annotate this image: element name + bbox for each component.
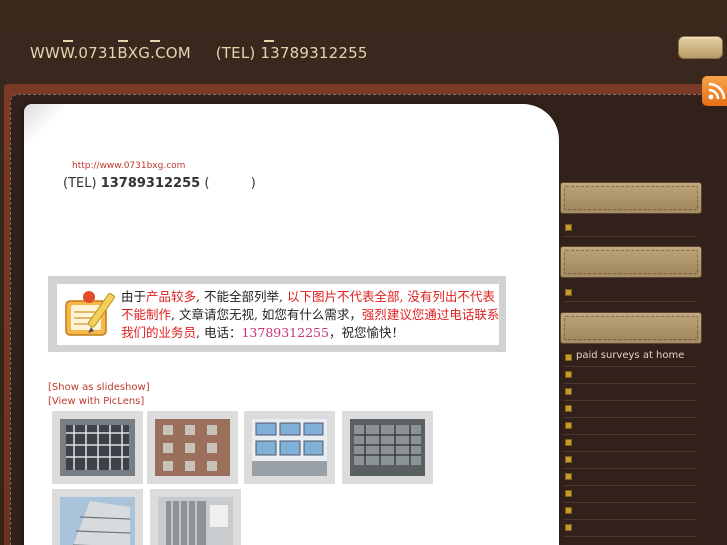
bullet-icon: [565, 354, 572, 361]
title-mark: [264, 40, 274, 42]
sidebar-link[interactable]: [564, 220, 696, 237]
sidebar-section-header: [560, 246, 702, 278]
thumbnail-image: [158, 497, 233, 545]
sidebar-link[interactable]: [564, 367, 696, 384]
sidebar-link[interactable]: [564, 435, 696, 452]
bullet-icon: [565, 224, 572, 231]
sidebar-section-header: [560, 182, 702, 214]
title-mark: [150, 40, 160, 42]
tel-line: (TEL) 13789312255 ( ): [63, 176, 256, 191]
sidebar-link[interactable]: [564, 384, 696, 401]
bullet-icon: [565, 439, 572, 446]
gallery-thumbnail[interactable]: [342, 411, 433, 484]
gallery-thumbnail[interactable]: [150, 489, 241, 545]
tel-number: 13789312255: [100, 176, 201, 191]
sidebar-link[interactable]: paid surveys at home: [564, 350, 696, 367]
thumbnail-image: [60, 419, 135, 476]
bullet-icon: [565, 524, 572, 531]
gallery-thumbnail[interactable]: [147, 411, 238, 484]
title-mark: [118, 40, 128, 42]
sidebar-link[interactable]: [564, 469, 696, 486]
thumbnail-image: [350, 419, 425, 476]
notice-phone: 13789312255: [241, 325, 329, 340]
bullet-icon: [565, 490, 572, 497]
bullet-icon: [565, 473, 572, 480]
sidebar-link[interactable]: [564, 401, 696, 418]
sidebar-link-label: paid surveys at home: [576, 350, 685, 361]
notice-part: , 不能全部列举,: [196, 289, 287, 304]
view-piclens-link[interactable]: [View with PicLens]: [48, 396, 144, 407]
bullet-icon: [565, 507, 572, 514]
header-tel: (TEL) 13789312255: [215, 44, 368, 62]
tel-prefix: (TEL): [63, 176, 101, 191]
sidebar-link[interactable]: [564, 452, 696, 469]
sidebar-link[interactable]: [564, 520, 696, 537]
gallery-thumbnail[interactable]: [52, 411, 143, 484]
notice-part: , 文章请您无视, 如您有什么需求，: [171, 307, 362, 322]
sidebar-link[interactable]: [564, 285, 696, 302]
bullet-icon: [565, 388, 572, 395]
bullet-icon: [565, 405, 572, 412]
gallery-thumbnail[interactable]: [244, 411, 335, 484]
site-link[interactable]: http://www.0731bxg.com: [72, 161, 185, 171]
thumbnail-image: [155, 419, 230, 476]
page-curl: [24, 104, 64, 144]
thumbnail-image: [60, 497, 135, 545]
thumbnail-image: [252, 419, 327, 476]
bullet-icon: [565, 422, 572, 429]
gallery-thumbnail[interactable]: [52, 489, 143, 545]
tel-suffix: ( ): [200, 176, 256, 191]
site-title[interactable]: WWW.0731BXG.COM (TEL) 13789312255: [30, 44, 368, 62]
notepad-pencil-icon: [62, 287, 120, 342]
notice-text: 由于产品较多, 不能全部列举, 以下图片不代表全部, 没有列出不代表不能制作, …: [121, 288, 506, 342]
bullet-icon: [565, 371, 572, 378]
sidebar-link[interactable]: [564, 418, 696, 435]
title-mark: [63, 40, 73, 42]
bullet-icon: [565, 456, 572, 463]
notice-part: 产品较多: [146, 289, 197, 304]
bullet-icon: [565, 289, 572, 296]
notice-part: 由于: [121, 289, 147, 304]
sidebar-section-header: [560, 312, 702, 344]
sidebar-link[interactable]: [564, 503, 696, 520]
search-button[interactable]: [678, 36, 723, 59]
sidebar-link[interactable]: [564, 486, 696, 503]
notice-part: , 电话：: [196, 325, 242, 340]
show-slideshow-link[interactable]: [Show as slideshow]: [48, 382, 150, 393]
site-name[interactable]: WWW.0731BXG.COM: [30, 44, 191, 62]
notice-part: ，祝您愉快！: [328, 325, 404, 340]
rss-icon[interactable]: [702, 76, 727, 106]
